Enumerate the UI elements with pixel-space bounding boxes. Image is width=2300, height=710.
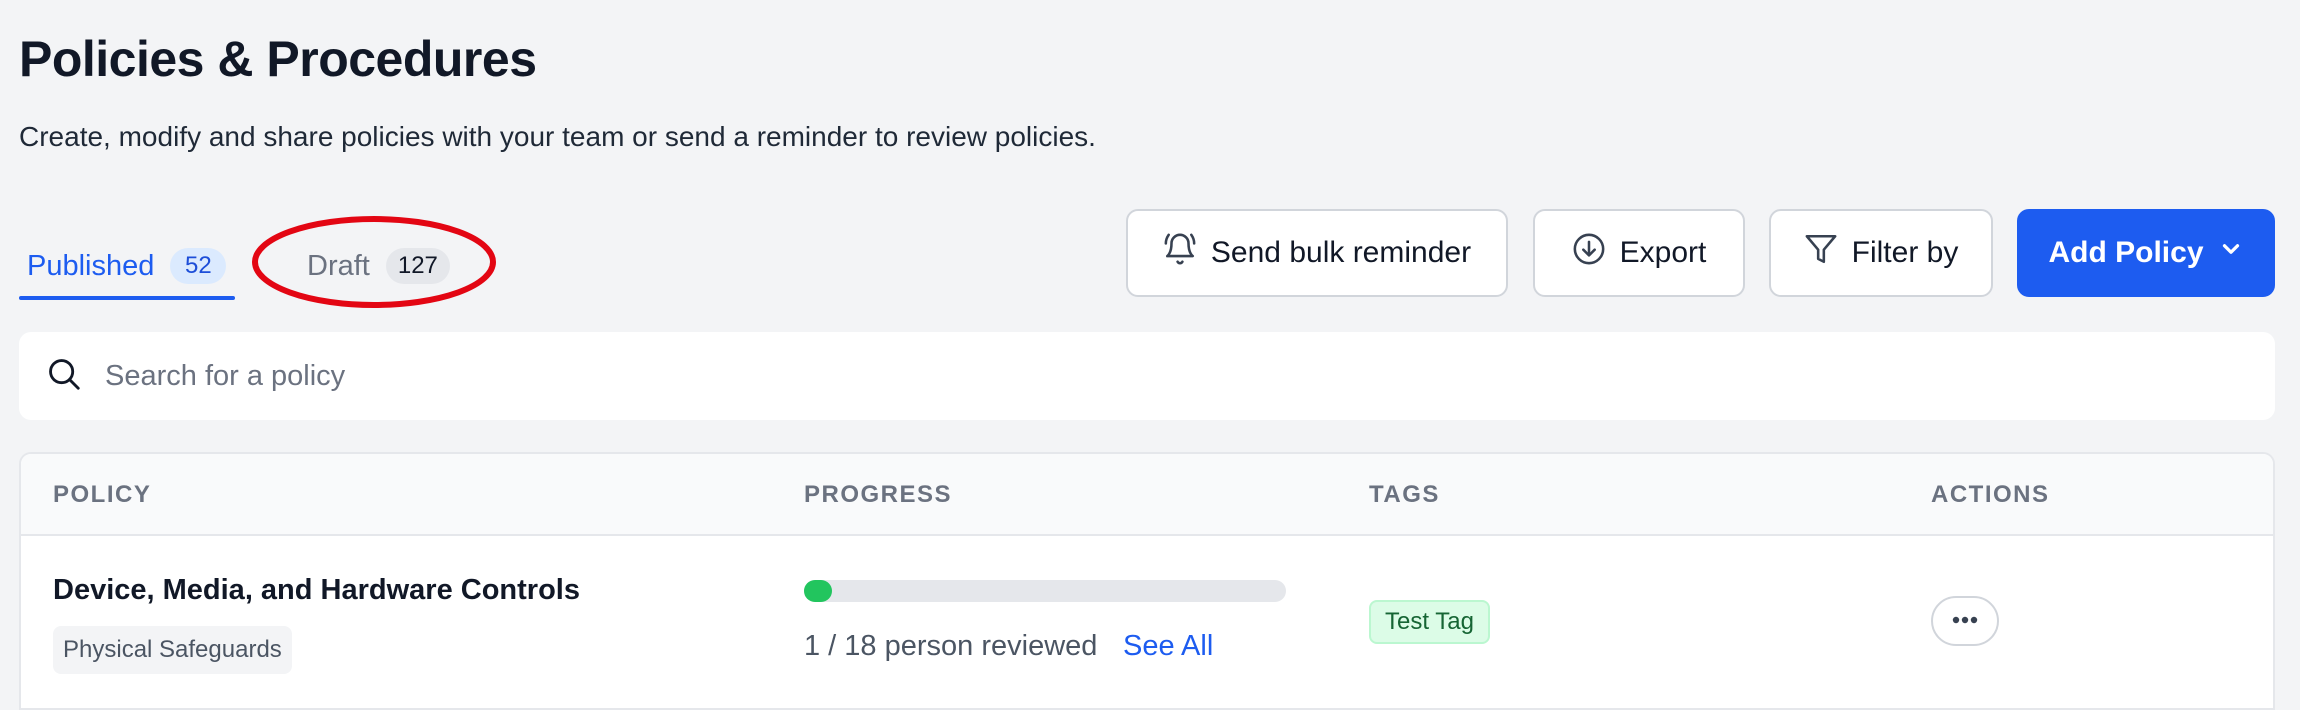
policies-table: POLICY PROGRESS TAGS ACTIONS Device, Med… xyxy=(19,452,2275,710)
send-bulk-reminder-button[interactable]: Send bulk reminder xyxy=(1126,209,1508,297)
tab-draft-count: 127 xyxy=(385,248,450,284)
progress-bar xyxy=(804,580,1286,602)
more-horizontal-icon xyxy=(1950,612,1980,630)
search-bar xyxy=(19,332,2275,420)
column-header-actions: ACTIONS xyxy=(1931,481,2050,508)
filter-by-button[interactable]: Filter by xyxy=(1769,209,1993,297)
tab-published-label: Published xyxy=(27,249,155,282)
tab-draft-label: Draft xyxy=(307,249,370,282)
add-policy-label: Add Policy xyxy=(2048,236,2204,269)
search-input[interactable] xyxy=(105,359,1905,393)
chevron-down-icon xyxy=(2218,236,2244,270)
page-subtitle: Create, modify and share policies with y… xyxy=(19,121,1096,152)
table-header: POLICY PROGRESS TAGS ACTIONS xyxy=(21,454,2273,536)
export-label: Export xyxy=(1619,236,1707,269)
tag-badge: Test Tag xyxy=(1369,600,1490,644)
send-bulk-reminder-label: Send bulk reminder xyxy=(1210,236,1472,269)
see-all-link[interactable]: See All xyxy=(1123,630,1213,663)
row-actions-button[interactable] xyxy=(1931,596,1999,646)
progress-text: 1 / 18 person reviewed xyxy=(804,630,1098,662)
tab-published[interactable]: Published 52 xyxy=(19,232,235,300)
page-title: Policies & Procedures xyxy=(19,31,537,87)
policy-name[interactable]: Device, Media, and Hardware Controls xyxy=(53,574,580,607)
add-policy-button[interactable]: Add Policy xyxy=(2017,209,2275,297)
download-circle-icon xyxy=(1572,232,1606,274)
tab-draft[interactable]: Draft 127 xyxy=(307,232,450,300)
progress-bar-fill xyxy=(804,580,832,602)
policy-category-badge: Physical Safeguards xyxy=(53,626,292,674)
tab-published-count: 52 xyxy=(170,248,227,284)
filter-by-label: Filter by xyxy=(1851,236,1959,269)
column-header-policy: POLICY xyxy=(53,481,152,508)
export-button[interactable]: Export xyxy=(1533,209,1745,297)
column-header-tags: TAGS xyxy=(1369,481,1440,508)
funnel-icon xyxy=(1804,232,1838,274)
table-row[interactable]: Device, Media, and Hardware Controls Phy… xyxy=(21,538,2273,710)
search-icon xyxy=(45,355,83,398)
column-header-progress: PROGRESS xyxy=(804,481,953,508)
bell-icon xyxy=(1163,232,1197,274)
